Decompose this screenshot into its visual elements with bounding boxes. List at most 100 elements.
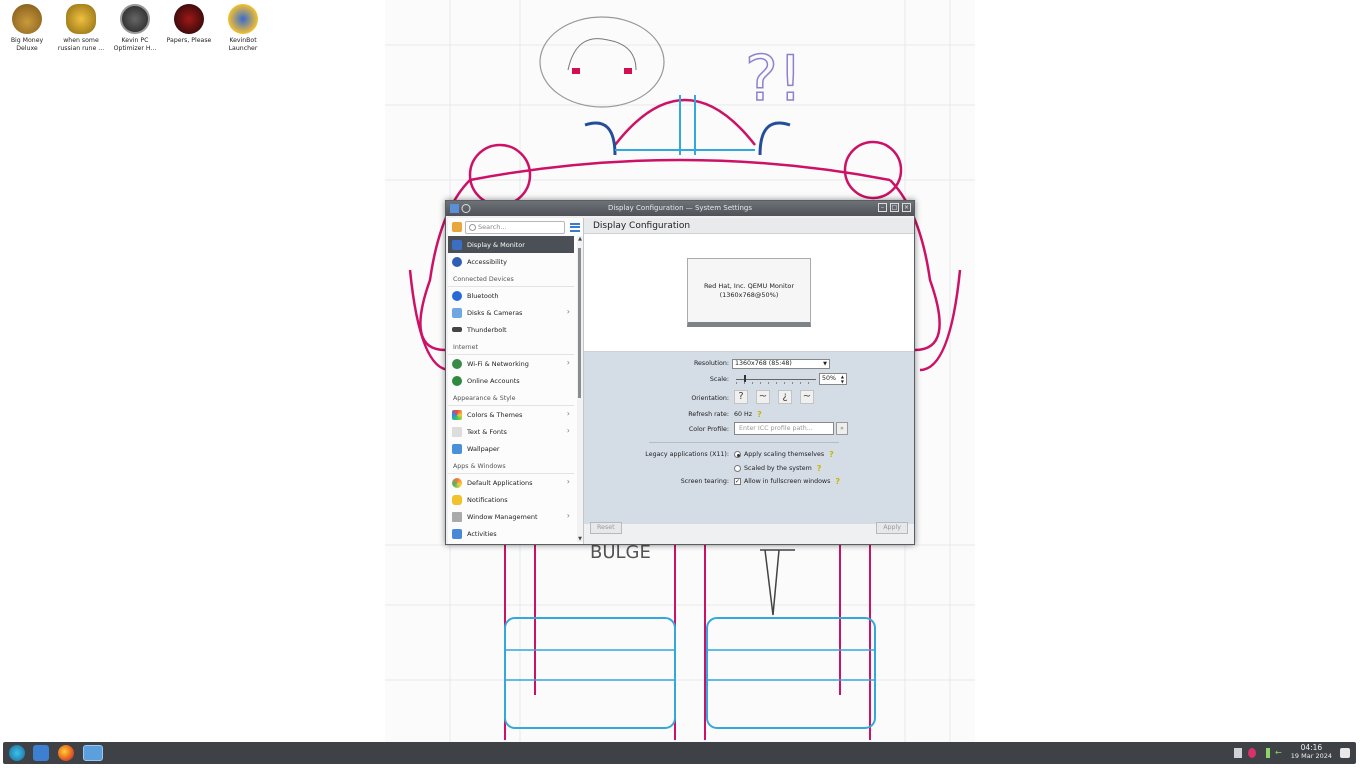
- search-input[interactable]: Search...: [465, 220, 565, 234]
- home-icon[interactable]: [452, 222, 462, 232]
- close-button[interactable]: ×: [902, 203, 911, 212]
- fonts-icon: [452, 426, 462, 437]
- sidebar-item-label: Wallpaper: [467, 444, 500, 453]
- sidebar-item-online-accounts[interactable]: Online Accounts: [448, 372, 574, 389]
- sidebar-item-default-applications[interactable]: Default Applications ›: [448, 474, 574, 491]
- sidebar-item-thunderbolt[interactable]: Thunderbolt: [448, 321, 574, 338]
- desktop-icon-kevinbot[interactable]: KevinBot Launcher: [216, 4, 270, 53]
- orientation-inverted-button[interactable]: ¿: [778, 390, 792, 404]
- display-configuration-panel: Display Configuration Red Hat, Inc. QEMU…: [584, 218, 914, 544]
- resolution-combobox[interactable]: 1360x768 (85:48) ▼: [732, 359, 830, 369]
- scroll-down-icon[interactable]: ▼: [577, 536, 583, 542]
- sidebar-item-window-management[interactable]: Window Management ›: [448, 508, 574, 525]
- color-profile-input[interactable]: Enter ICC profile path...: [734, 422, 834, 435]
- orientation-right-button[interactable]: ~: [800, 390, 814, 404]
- monitor-preview-area: Red Hat, Inc. QEMU Monitor (1360x768@50%…: [584, 234, 914, 352]
- color-profile-placeholder: Enter ICC profile path...: [739, 425, 813, 432]
- wallpaper-bulge-text: BULGE: [590, 542, 651, 563]
- help-icon[interactable]: ?: [817, 464, 822, 473]
- default-apps-icon: [452, 477, 462, 488]
- scale-slider[interactable]: [736, 375, 816, 385]
- arrow-left-icon[interactable]: ←: [1275, 748, 1283, 758]
- money-bag-icon: [12, 4, 42, 34]
- spin-arrows-icon[interactable]: ▲ ▼: [841, 374, 844, 384]
- online-accounts-icon: [452, 375, 462, 386]
- sidebar-item-disks-cameras[interactable]: Disks & Cameras ›: [448, 304, 574, 321]
- sidebar-item-accessibility[interactable]: Accessibility: [448, 253, 574, 270]
- radio-button[interactable]: [734, 451, 741, 458]
- legacy-option-scaled-by-system[interactable]: Scaled by the system ?: [734, 464, 821, 473]
- file-manager-icon[interactable]: [33, 745, 49, 761]
- scrollbar-thumb[interactable]: [578, 248, 581, 398]
- monitor-preview[interactable]: Red Hat, Inc. QEMU Monitor (1360x768@50%…: [687, 258, 811, 327]
- sidebar-item-notifications[interactable]: Notifications: [448, 491, 574, 508]
- divider: [649, 442, 839, 443]
- sidebar-item-label: Activities: [467, 529, 497, 538]
- system-settings-icon[interactable]: [83, 745, 103, 761]
- network-status-icon[interactable]: [1248, 748, 1256, 758]
- show-desktop-icon[interactable]: [1340, 748, 1350, 758]
- settings-sidebar: Search... Display & Monitor Accessibilit…: [448, 218, 584, 544]
- sidebar-item-activities[interactable]: Activities: [448, 525, 574, 542]
- help-icon[interactable]: ?: [835, 477, 840, 486]
- orientation-normal-button[interactable]: ?: [734, 390, 748, 404]
- apply-button[interactable]: Apply: [876, 522, 908, 534]
- sidebar-item-display-monitor[interactable]: Display & Monitor: [448, 236, 574, 253]
- sidebar-item-text-fonts[interactable]: Text & Fonts ›: [448, 423, 574, 440]
- desktop-icon-label: Big Money Deluxe: [10, 37, 44, 52]
- display-icon: [452, 239, 462, 250]
- sidebar-item-bluetooth[interactable]: Bluetooth: [448, 287, 574, 304]
- browse-folder-icon[interactable]: »: [836, 422, 848, 435]
- orientation-left-button[interactable]: ~: [756, 390, 770, 404]
- scroll-up-icon[interactable]: ▲: [577, 236, 583, 242]
- sidebar-item-label: Text & Fonts: [467, 427, 507, 436]
- sidebar-item-label: Bluetooth: [467, 291, 499, 300]
- orientation-label: Orientation:: [691, 395, 729, 402]
- sidebar-item-label: Colors & Themes: [467, 410, 523, 419]
- tearing-option-fullscreen[interactable]: ✓ Allow in fullscreen windows ?: [734, 477, 840, 486]
- checkbox[interactable]: ✓: [734, 478, 741, 485]
- checkbox-label: Allow in fullscreen windows: [744, 478, 831, 485]
- legacy-option-apply-scaling[interactable]: Apply scaling themselves ?: [734, 450, 834, 459]
- sidebar-item-colors-themes[interactable]: Colors & Themes ›: [448, 406, 574, 423]
- sidebar-item-wifi-networking[interactable]: Wi-Fi & Networking ›: [448, 355, 574, 372]
- desktop-icon-papers-please[interactable]: Papers, Please: [162, 4, 216, 45]
- monitor-name: Red Hat, Inc. QEMU Monitor: [703, 282, 795, 290]
- desktop-icon-kevin-optimizer[interactable]: Kevin PC Optimizer H...: [108, 4, 162, 53]
- taskbar: ← 04:16 19 Mar 2024: [3, 742, 1356, 764]
- window-titlebar[interactable]: Display Configuration — System Settings …: [446, 201, 914, 216]
- chevron-right-icon: ›: [566, 307, 570, 316]
- window-menu-icon[interactable]: [449, 203, 473, 214]
- help-icon[interactable]: ?: [757, 410, 762, 419]
- minimize-button[interactable]: –: [878, 203, 887, 212]
- clock[interactable]: 04:16 19 Mar 2024: [1291, 744, 1332, 761]
- thunderbolt-icon: [452, 327, 462, 332]
- sidebar-item-label: Default Applications: [467, 478, 533, 487]
- refresh-rate-value: 60 Hz: [734, 411, 753, 418]
- radio-button[interactable]: [734, 465, 741, 472]
- battery-icon[interactable]: [1266, 748, 1270, 758]
- chevron-right-icon: ›: [566, 511, 570, 520]
- scale-slider-ticks: [736, 382, 816, 384]
- legacy-apps-label: Legacy applications (X11):: [645, 451, 729, 458]
- sidebar-scrollbar[interactable]: ▲ ▼: [577, 236, 583, 542]
- desktop-icon-big-money[interactable]: Big Money Deluxe: [0, 4, 54, 53]
- network-icon: [452, 358, 462, 369]
- desktop-icon-russian-rune[interactable]: when some russian rune ...: [54, 4, 108, 53]
- wallpaper-icon: [452, 443, 462, 454]
- maximize-button[interactable]: □: [890, 203, 899, 212]
- app-launcher-icon[interactable]: [9, 745, 25, 761]
- chevron-down-icon: ▼: [823, 361, 827, 367]
- reset-button[interactable]: Reset: [590, 522, 622, 534]
- clipboard-icon[interactable]: [1234, 748, 1242, 758]
- hamburger-menu-icon[interactable]: [570, 222, 580, 232]
- firefox-icon[interactable]: [58, 745, 74, 761]
- sidebar-item-label: Accessibility: [467, 257, 507, 266]
- sidebar-item-wallpaper[interactable]: Wallpaper: [448, 440, 574, 457]
- sidebar-item-label: Thunderbolt: [467, 325, 507, 334]
- scale-spinbox[interactable]: 50% ▲ ▼: [819, 373, 847, 385]
- desktop-icon-label: KevinBot Launcher: [228, 37, 258, 52]
- scale-slider-handle[interactable]: [743, 375, 746, 382]
- window-management-icon: [452, 511, 462, 522]
- help-icon[interactable]: ?: [829, 450, 834, 459]
